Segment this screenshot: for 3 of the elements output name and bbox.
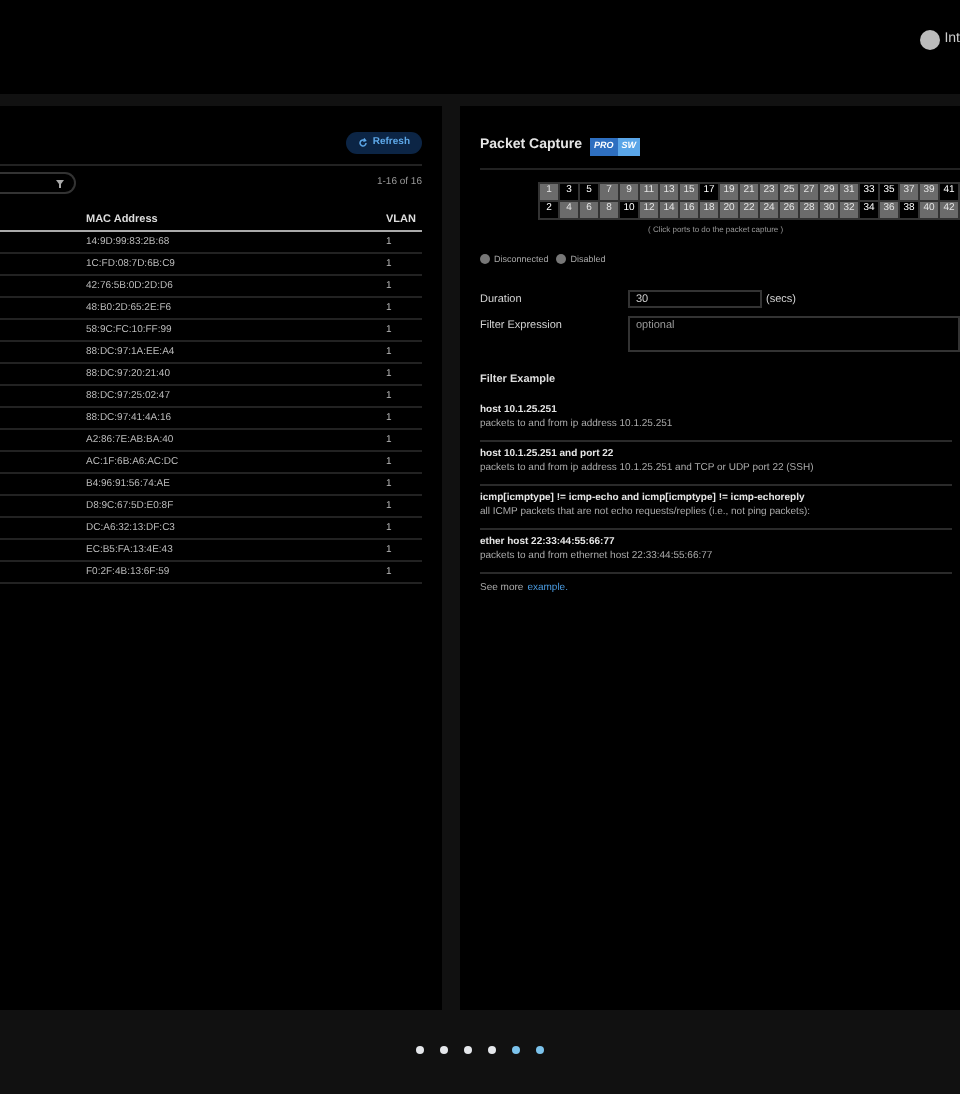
filter-icon: [56, 179, 64, 187]
refresh-icon: [358, 138, 369, 148]
search-field[interactable]: [0, 172, 76, 194]
